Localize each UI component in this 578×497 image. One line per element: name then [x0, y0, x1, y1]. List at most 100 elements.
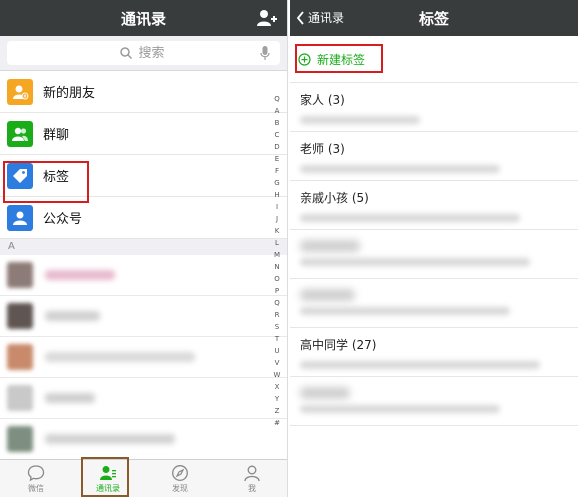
contact-name-redacted — [45, 393, 95, 403]
index-letter[interactable]: Z — [275, 405, 280, 417]
tags-navbar: 通讯录 标签 — [290, 0, 578, 36]
chat-bubble-icon — [27, 464, 45, 481]
section-header: A — [0, 239, 287, 255]
tab-chats[interactable]: 微信 — [0, 460, 72, 497]
plus-circle-icon — [298, 52, 311, 66]
tag-members-redacted — [300, 214, 520, 222]
avatar — [7, 426, 33, 452]
tag-item[interactable]: 老师 (3) — [290, 132, 578, 181]
index-letter[interactable]: S — [275, 321, 279, 333]
add-friend-icon — [7, 78, 33, 105]
contact-name-redacted — [45, 270, 115, 280]
index-letter[interactable]: O — [274, 273, 280, 285]
index-letter[interactable]: L — [275, 237, 279, 249]
tab-label: 微信 — [28, 483, 44, 493]
avatar — [7, 303, 33, 329]
alphabet-index[interactable]: Q A B C D E F G H I J K L M N O P Q R S T U V W X Y Z # — [271, 93, 283, 429]
tab-label: 我 — [248, 483, 256, 493]
index-letter[interactable]: X — [275, 381, 280, 393]
tag-item[interactable]: 高中同学 (27) — [290, 328, 578, 377]
add-contact-icon[interactable] — [256, 8, 278, 28]
contact-row[interactable] — [0, 337, 287, 378]
tab-discover[interactable]: 发现 — [144, 460, 216, 497]
contacts-navbar: 通讯录 — [0, 0, 287, 36]
tab-contacts[interactable]: 通讯录 — [72, 460, 144, 497]
tag-members-redacted — [300, 405, 500, 413]
contact-row[interactable] — [0, 378, 287, 419]
menu-item-label: 群聊 — [43, 128, 70, 143]
index-letter[interactable]: V — [275, 357, 280, 369]
index-letter[interactable]: Q — [274, 297, 280, 309]
index-letter[interactable]: Y — [275, 393, 279, 405]
tag-members-redacted — [300, 307, 510, 315]
contacts-icon — [100, 465, 116, 480]
index-letter[interactable]: G — [274, 177, 279, 189]
compass-icon — [172, 464, 188, 481]
index-letter[interactable]: B — [275, 117, 280, 129]
tag-title: 亲戚小孩 (5) — [300, 191, 369, 205]
index-letter[interactable]: J — [276, 213, 278, 225]
index-letter[interactable]: A — [275, 105, 280, 117]
tag-members-redacted — [300, 361, 540, 369]
avatar — [7, 344, 33, 370]
index-letter[interactable]: D — [274, 141, 279, 153]
index-letter[interactable]: H — [274, 189, 279, 201]
index-letter[interactable]: R — [275, 309, 280, 321]
back-button[interactable]: 通讯录 — [296, 9, 344, 26]
tag-members-redacted — [300, 116, 420, 124]
official-account-icon — [7, 204, 33, 231]
page-title: 标签 — [418, 9, 449, 28]
index-letter[interactable]: E — [275, 153, 279, 165]
tag-members-redacted — [300, 165, 500, 173]
search-field[interactable] — [7, 41, 280, 65]
index-letter[interactable]: C — [275, 129, 280, 141]
tag-title: 家人 (3) — [300, 93, 345, 107]
index-letter[interactable]: W — [274, 369, 281, 381]
index-letter[interactable]: M — [274, 249, 280, 261]
search-icon — [120, 47, 133, 60]
contact-name-redacted — [45, 434, 175, 444]
index-letter[interactable]: T — [275, 333, 279, 345]
contact-name-redacted — [45, 311, 100, 321]
tag-item[interactable]: 家人 (3) — [290, 83, 578, 132]
menu-item-new-friends[interactable]: 新的朋友 — [0, 71, 287, 113]
index-letter[interactable]: N — [274, 261, 279, 273]
contact-row[interactable] — [0, 296, 287, 337]
person-icon — [244, 465, 260, 481]
tab-me[interactable]: 我 — [216, 460, 287, 497]
search-bar — [0, 36, 287, 71]
tag-item[interactable] — [290, 377, 578, 426]
tag-name-redacted — [300, 240, 360, 252]
tags-screen: 通讯录 标签 新建标签 家人 (3) 老师 (3) 亲戚小孩 (5) 高中同学 … — [290, 0, 578, 497]
tag-icon — [7, 162, 33, 189]
contact-name-redacted — [45, 352, 195, 362]
menu-item-tags[interactable]: 标签 — [0, 155, 287, 197]
page-title: 通讯录 — [120, 9, 166, 28]
menu-item-group-chats[interactable]: 群聊 — [0, 113, 287, 155]
microphone-icon[interactable] — [260, 45, 270, 61]
chevron-left-icon — [296, 10, 304, 25]
tab-label: 通讯录 — [96, 483, 120, 493]
index-letter[interactable]: P — [275, 285, 279, 297]
index-letter[interactable]: Q — [274, 93, 280, 105]
tag-title: 高中同学 (27) — [300, 338, 377, 352]
search-input[interactable] — [7, 41, 280, 65]
menu-item-official-accounts[interactable]: 公众号 — [0, 197, 287, 239]
index-letter[interactable]: K — [275, 225, 280, 237]
group-icon — [7, 120, 33, 147]
tag-item[interactable] — [290, 279, 578, 328]
contact-row[interactable] — [0, 419, 287, 460]
tag-name-redacted — [300, 387, 350, 399]
index-letter[interactable]: F — [275, 165, 279, 177]
contacts-screen: 通讯录 新的朋友 群 — [0, 0, 288, 497]
tab-bar: 微信 通讯录 发现 我 — [0, 459, 287, 497]
contact-row[interactable] — [0, 255, 287, 296]
tag-item[interactable] — [290, 230, 578, 279]
tag-item[interactable]: 亲戚小孩 (5) — [290, 181, 578, 230]
index-letter[interactable]: I — [276, 201, 278, 213]
tag-members-redacted — [300, 258, 530, 266]
menu-item-label: 公众号 — [43, 212, 83, 227]
index-letter[interactable]: U — [274, 345, 279, 357]
index-letter[interactable]: # — [274, 417, 280, 429]
new-tag-button[interactable]: 新建标签 — [290, 36, 578, 83]
